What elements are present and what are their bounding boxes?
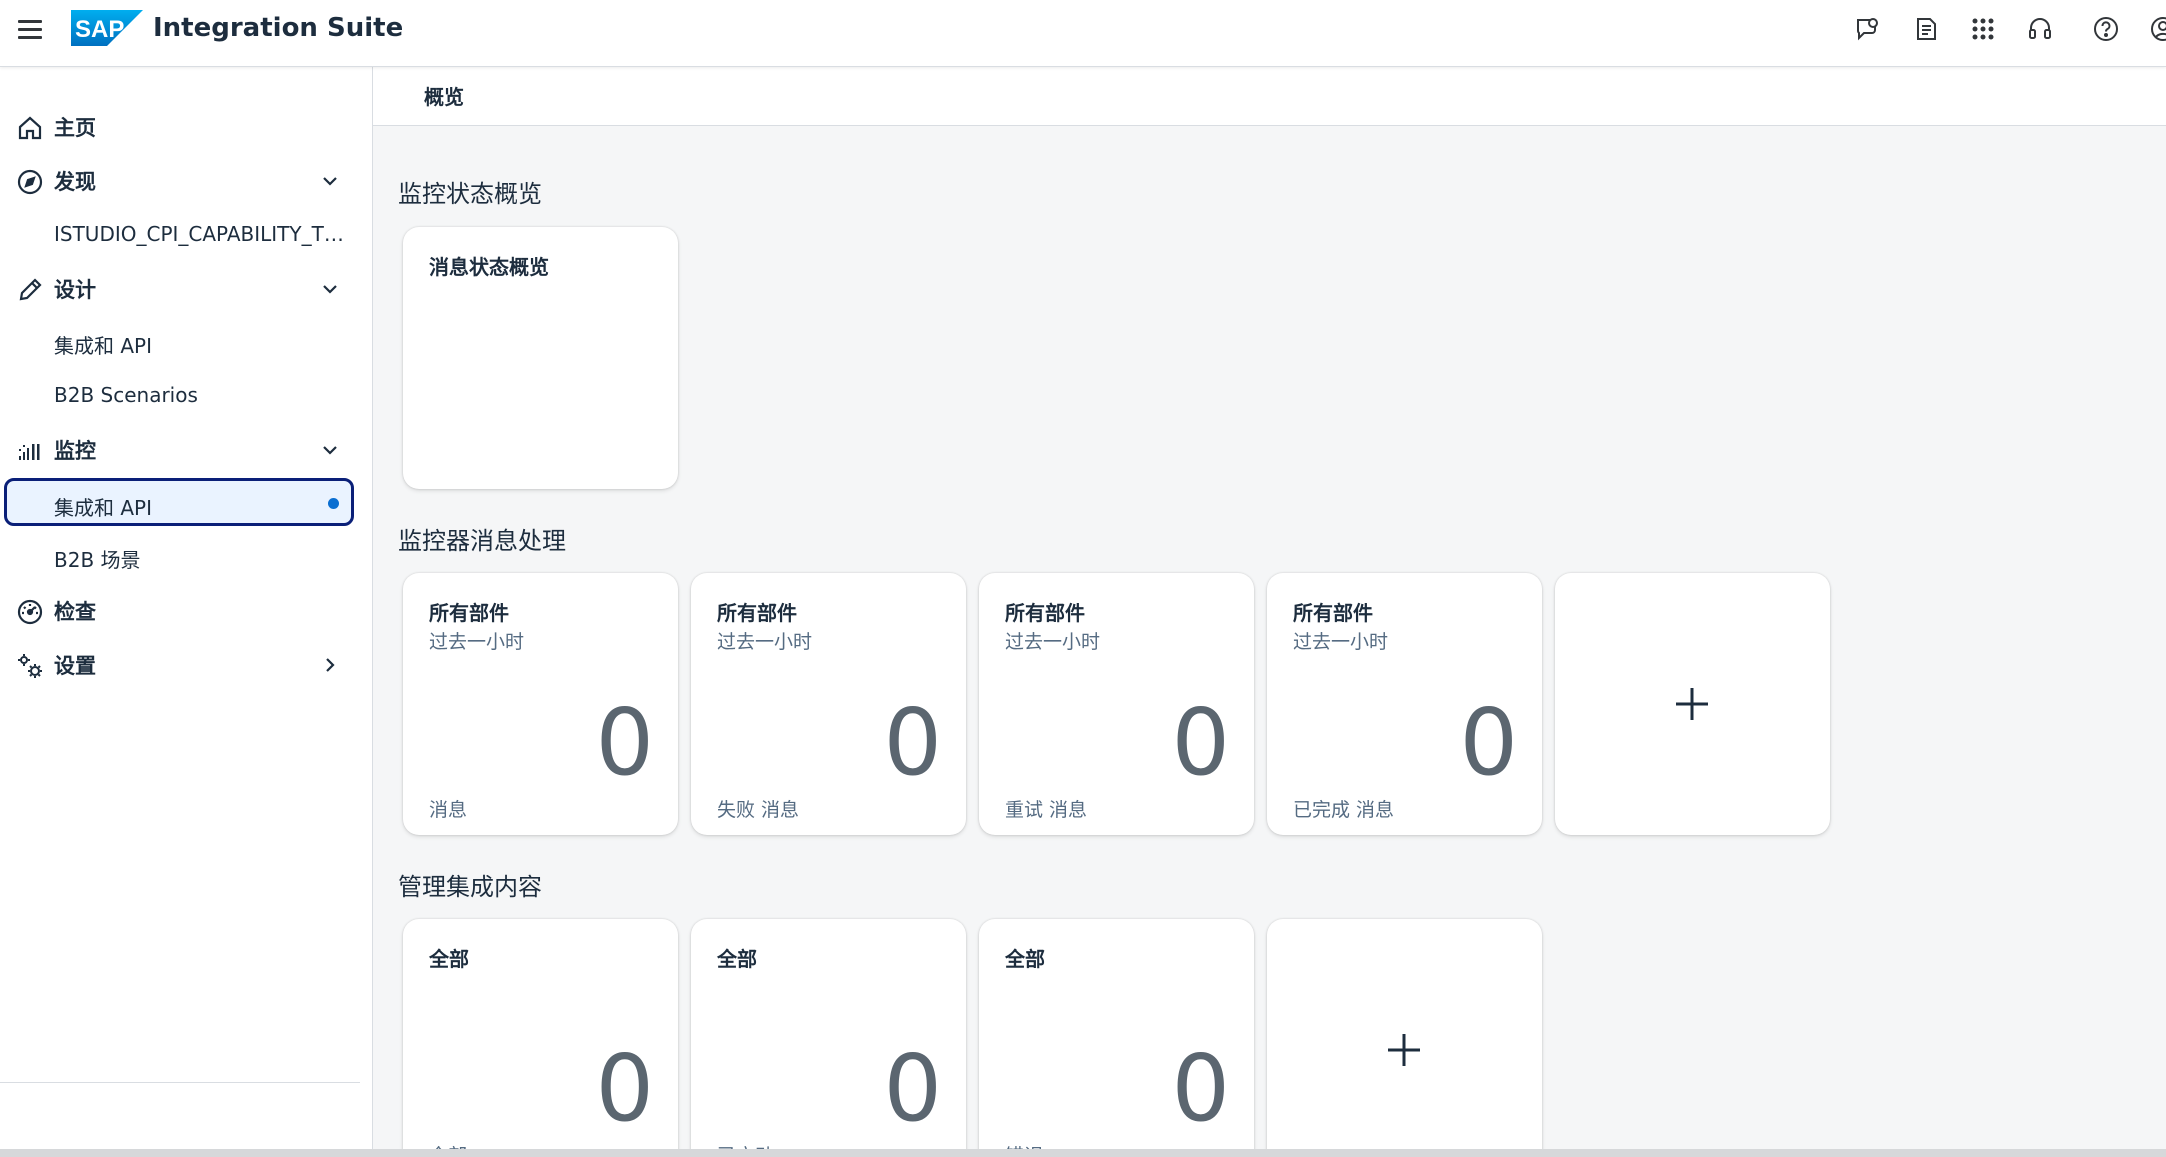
tile-title: 所有部件 [717,601,797,625]
tile-title: 所有部件 [1005,601,1085,625]
nav-label-design: 设计 [54,278,96,302]
tile-completed-messages[interactable]: 所有部件 过去一小时 0 已完成 消息 [1267,573,1542,835]
sap-logo-text: SAP [75,16,124,43]
tile-subtitle: 过去一小时 [717,631,813,653]
tile-footer: 已完成 消息 [1293,799,1395,821]
tile-message-status-overview[interactable]: 消息状态概览 [403,227,678,489]
nav-label-settings: 设置 [54,654,96,678]
inspect-icon [16,598,44,626]
add-tile-button[interactable] [1267,919,1542,1149]
home-icon [16,114,44,142]
nav-sublabel-monitor-integration-api: 集成和 API [54,496,152,520]
tile-title: 所有部件 [429,601,509,625]
tile-footer: 消息 [429,799,468,821]
tile-subtitle: 过去一小时 [1005,631,1101,653]
section-title-manage-integration-content: 管理集成内容 [398,873,542,901]
compass-icon [16,168,44,196]
nav-label-inspect: 检查 [54,600,96,624]
tile-kpi-value: 0 [595,689,654,796]
add-tile-button[interactable] [1555,573,1830,835]
nav-subitem-design-integration-api[interactable]: 集成和 API [4,318,356,368]
plus-icon [1676,688,1708,720]
tile-footer: 已启动 [717,1141,774,1149]
tile-footer: 重试 消息 [1005,799,1088,821]
help-icon[interactable] [2091,14,2121,44]
tile-kpi-value: 0 [595,1035,654,1142]
feedback-icon[interactable] [1853,14,1883,44]
side-navigation: 主页 发现 ISTUDIO_CPI_CAPABILITY_TEST 设计 集成和… [0,67,373,1149]
nav-item-inspect[interactable]: 检查 [4,586,356,636]
app-launcher-icon[interactable] [1968,14,1998,44]
nav-sublabel-b2b-scenarios: B2B Scenarios [54,383,198,407]
tile-title: 全部 [429,947,469,971]
nav-subitem-istudio[interactable]: ISTUDIO_CPI_CAPABILITY_TEST [4,210,356,260]
tile-kpi-value: 0 [883,1035,942,1142]
section-title-monitor-message-processing: 监控器消息处理 [398,527,566,555]
nav-item-design[interactable]: 设计 [4,264,356,314]
app-title: Integration Suite [153,13,404,43]
chevron-down-icon[interactable] [320,440,340,460]
section-title-monitor-status: 监控状态概览 [398,180,542,208]
tile-kpi-value: 0 [1171,689,1230,796]
nav-item-discover[interactable]: 发现 [4,156,356,206]
headset-icon[interactable] [2025,14,2055,44]
nav-sublabel-design-integration-api: 集成和 API [54,334,152,358]
tile-retry-messages[interactable]: 所有部件 过去一小时 0 重试 消息 [979,573,1254,835]
tile-content-error[interactable]: 全部 0 错误 [979,919,1254,1149]
main-content: 概览 监控状态概览 消息状态概览 监控器消息处理 所有部件 过去一小时 0 消息… [373,67,2166,1149]
tile-subtitle: 过去一小时 [1293,631,1389,653]
chevron-down-icon[interactable] [320,171,340,191]
page-header: 概览 [373,67,2166,126]
plus-icon [1388,1034,1420,1066]
tile-subtitle: 过去一小时 [429,631,525,653]
shell-bar: SAP Integration Suite [0,0,2166,67]
tile-failed-messages[interactable]: 所有部件 过去一小时 0 失败 消息 [691,573,966,835]
tile-title: 全部 [717,947,757,971]
nav-label-home: 主页 [54,116,96,140]
chevron-down-icon[interactable] [320,279,340,299]
nav-subitem-b2b-scenes[interactable]: B2B 场景 [4,532,356,582]
tile-title: 全部 [1005,947,1045,971]
nav-label-monitor: 监控 [54,439,96,463]
tile-title: 消息状态概览 [429,255,549,279]
window-bottom-edge [0,1149,2166,1157]
chevron-right-icon[interactable] [320,655,340,675]
tab-overview[interactable]: 概览 [424,81,464,110]
selected-indicator-dot [328,498,339,509]
tile-content-all[interactable]: 全部 0 全部 [403,919,678,1149]
pencil-icon [16,276,44,304]
nav-item-settings[interactable]: 设置 [4,640,356,690]
tile-kpi-value: 0 [883,689,942,796]
nav-subitem-b2b-scenarios[interactable]: B2B Scenarios [4,371,356,421]
tile-all-messages[interactable]: 所有部件 过去一小时 0 消息 [403,573,678,835]
sap-logo[interactable]: SAP [71,10,143,46]
tile-footer: 全部 [429,1141,467,1149]
tile-title: 所有部件 [1293,601,1373,625]
monitor-bars-icon [16,437,44,465]
nav-label-discover: 发现 [54,170,96,194]
tile-footer: 失败 消息 [717,799,800,821]
user-icon[interactable] [2148,14,2166,44]
nav-sublabel-istudio: ISTUDIO_CPI_CAPABILITY_TEST [54,222,354,246]
nav-subitem-monitor-integration-api[interactable]: 集成和 API [4,478,354,526]
nav-item-home[interactable]: 主页 [4,102,356,152]
nav-sublabel-b2b-scenes: B2B 场景 [54,548,141,572]
settings-icon [16,652,44,680]
sidenav-footer-divider [0,1082,360,1083]
tile-content-started[interactable]: 全部 0 已启动 [691,919,966,1149]
notes-icon[interactable] [1911,14,1941,44]
nav-item-monitor[interactable]: 监控 [4,425,356,475]
hamburger-menu-icon[interactable] [14,14,46,46]
tile-footer: 错误 [1005,1141,1043,1149]
tile-kpi-value: 0 [1171,1035,1230,1142]
tile-kpi-value: 0 [1459,689,1518,796]
